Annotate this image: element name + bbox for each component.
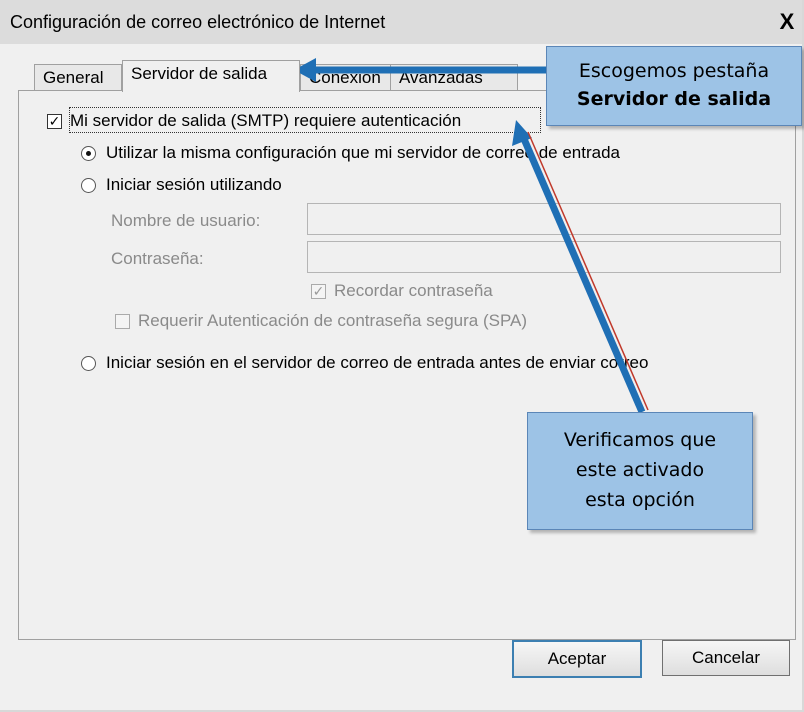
tab-callout: Escogemos pestaña Servidor de salida — [546, 46, 802, 126]
outgoing-server-panel: ✓ Mi servidor de salida (SMTP) requiere a… — [18, 90, 796, 640]
checkbox-callout-line3: esta opción — [585, 489, 695, 511]
checkbox-callout-line1: Verificamos que — [563, 429, 717, 451]
window-title: Configuración de correo electrónico de I… — [10, 12, 386, 32]
same-settings-row[interactable]: Utilizar la misma configuración que mi s… — [81, 143, 620, 163]
tab-outgoing-server[interactable]: Servidor de salida — [122, 60, 300, 92]
password-field[interactable] — [307, 241, 781, 273]
spa-checkbox[interactable] — [115, 314, 130, 330]
checkbox-callout: Verificamos que este activado esta opció… — [527, 412, 753, 530]
spa-label: Requerir Autenticación de contraseña seg… — [138, 311, 528, 330]
tab-connection[interactable]: Conexión — [300, 64, 398, 91]
tab-general[interactable]: General — [34, 64, 122, 91]
logon-using-label: Iniciar sesión utilizando — [106, 175, 282, 194]
ok-button[interactable]: Aceptar — [512, 640, 642, 678]
same-settings-label: Utilizar la misma configuración que mi s… — [106, 143, 621, 162]
title-bar: Configuración de correo electrónico de I… — [0, 0, 802, 44]
spa-row[interactable]: Requerir Autenticación de contraseña seg… — [115, 311, 527, 331]
tab-callout-line1: Escogemos pestaña — [578, 60, 770, 82]
username-field[interactable] — [307, 203, 781, 235]
cancel-button[interactable]: Cancelar — [662, 640, 790, 676]
same-settings-radio[interactable] — [81, 146, 96, 162]
remember-password-label: Recordar contraseña — [334, 281, 493, 300]
focus-rectangle — [69, 107, 541, 133]
password-label: Contraseña: — [111, 249, 204, 268]
logon-using-row[interactable]: Iniciar sesión utilizando — [81, 175, 282, 195]
smtp-auth-checkbox[interactable]: ✓ — [47, 114, 62, 130]
logon-incoming-row[interactable]: Iniciar sesión en el servidor de correo … — [81, 353, 648, 373]
username-label: Nombre de usuario: — [111, 211, 261, 230]
checkbox-callout-line2: este activado — [575, 459, 705, 481]
tab-callout-line2: Servidor de salida — [576, 88, 772, 110]
remember-password-row[interactable]: ✓ Recordar contraseña — [311, 281, 493, 301]
logon-incoming-label: Iniciar sesión en el servidor de correo … — [106, 353, 649, 372]
remember-password-checkbox[interactable]: ✓ — [311, 284, 326, 300]
tab-advanced[interactable]: Avanzadas — [390, 64, 518, 91]
logon-incoming-radio[interactable] — [81, 356, 96, 372]
close-button[interactable]: X — [774, 8, 800, 36]
logon-using-radio[interactable] — [81, 178, 96, 194]
